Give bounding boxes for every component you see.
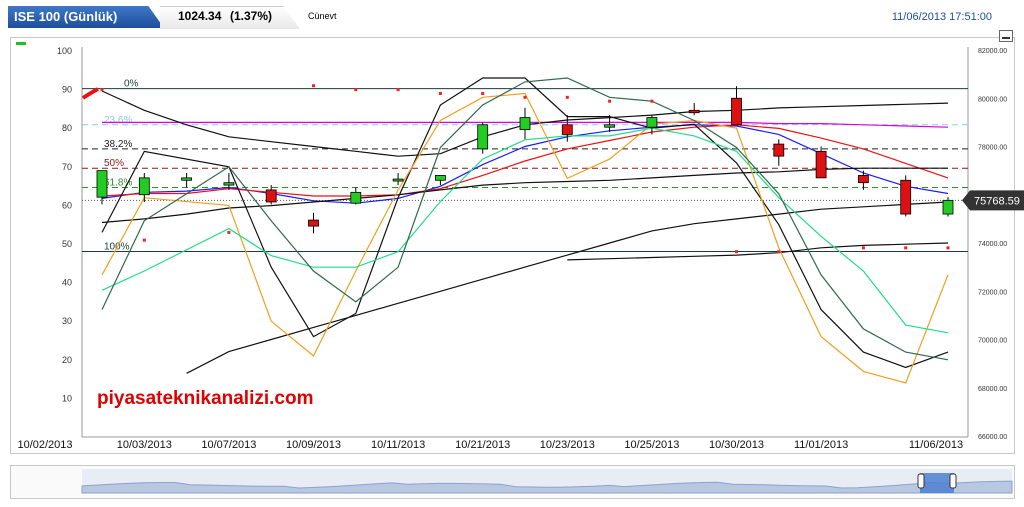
x-tick-label: 11/06/2013 <box>909 439 963 451</box>
signal-marker <box>904 246 908 250</box>
right-tick-label: 70000.00 <box>978 338 1007 345</box>
candle-body <box>561 124 573 135</box>
candle-body <box>223 182 235 186</box>
candle-body <box>265 189 277 203</box>
candle-body <box>773 143 785 157</box>
candle-body <box>181 177 193 181</box>
signal-marker <box>142 238 146 242</box>
candle-body <box>815 150 827 179</box>
signal-marker <box>312 84 315 88</box>
right-tick-label: 72000.00 <box>978 289 1007 296</box>
left-tick-label: 10 <box>62 393 72 403</box>
right-tick-label: 68000.00 <box>978 386 1007 393</box>
candle-body <box>900 179 912 215</box>
left-tick-label: 50 <box>62 239 72 249</box>
signal-marker <box>354 88 358 92</box>
fib-level-label: 23.6% <box>104 115 132 126</box>
right-tick-label: 82000.00 <box>978 48 1007 55</box>
signal-marker <box>396 88 400 92</box>
signal-marker <box>227 230 231 234</box>
candle-body <box>392 178 404 182</box>
price-badge: 75768.59 <box>974 195 1020 207</box>
candle-body <box>731 97 742 126</box>
x-tick-label: 10/30/2013 <box>709 439 764 451</box>
left-tick-label: 100 <box>57 46 72 56</box>
price-chart: 10 20 30 40 50 60 70 80 90 100 66000.00 68000.00 700… <box>17 46 1024 494</box>
x-tick-label: 10/21/2013 <box>455 439 510 451</box>
candle-body <box>519 117 531 131</box>
signal-marker <box>735 250 738 254</box>
x-tick-label: 10/09/2013 <box>286 439 341 451</box>
candle-body <box>350 191 362 204</box>
right-tick-label: 66000.00 <box>978 434 1007 441</box>
candle-body <box>138 177 150 196</box>
navigator-window <box>920 473 954 493</box>
left-tick-label: 40 <box>62 278 72 288</box>
candle-body <box>688 109 700 114</box>
fib-level-label: 38.2% <box>104 139 132 150</box>
fib-level-label: 50% <box>104 158 124 169</box>
signal-marker <box>100 88 104 92</box>
left-tick-label: 80 <box>62 123 72 133</box>
x-tick-label: 10/23/2013 <box>540 439 595 451</box>
x-tick-label: 10/03/2013 <box>117 439 172 451</box>
signal-marker <box>650 99 654 103</box>
navigator-handle-right <box>949 473 957 489</box>
signal-marker <box>565 95 569 99</box>
left-tick-label: 90 <box>62 85 72 95</box>
watermark: piyasateknikanalizi.com <box>97 388 314 409</box>
candle-body <box>858 175 869 184</box>
candle-body <box>604 124 615 128</box>
candle-body <box>434 175 446 181</box>
candle-body <box>942 199 954 215</box>
candle-body <box>646 117 658 128</box>
navigator-handle-left <box>917 473 925 489</box>
candle-body <box>308 219 319 227</box>
x-tick-label: 10/11/2013 <box>371 439 425 451</box>
signal-marker <box>777 250 781 254</box>
x-tick-label: 10/25/2013 <box>624 439 679 451</box>
signal-marker <box>481 91 485 95</box>
x-tick-label: 10/07/2013 <box>201 439 256 451</box>
x-tick-label: 11/01/2013 <box>794 439 848 451</box>
signal-marker <box>438 91 442 95</box>
candle-body <box>96 170 108 198</box>
candle-body <box>477 124 489 150</box>
x-tick-label: 10/02/2013 <box>17 439 72 451</box>
signal-marker <box>946 246 950 250</box>
left-tick-label: 20 <box>62 355 72 365</box>
signal-marker <box>523 95 527 99</box>
right-tick-label: 74000.00 <box>978 241 1007 248</box>
right-tick-label: 78000.00 <box>978 145 1007 152</box>
signal-marker <box>861 246 865 250</box>
left-tick-label: 70 <box>62 162 72 172</box>
right-tick-label: 80000.00 <box>978 96 1007 103</box>
start-arc <box>81 87 99 100</box>
signal-marker <box>608 99 612 103</box>
left-tick-label: 30 <box>62 316 72 326</box>
fib-level-label: 0% <box>124 79 139 90</box>
left-tick-label: 60 <box>62 200 72 210</box>
